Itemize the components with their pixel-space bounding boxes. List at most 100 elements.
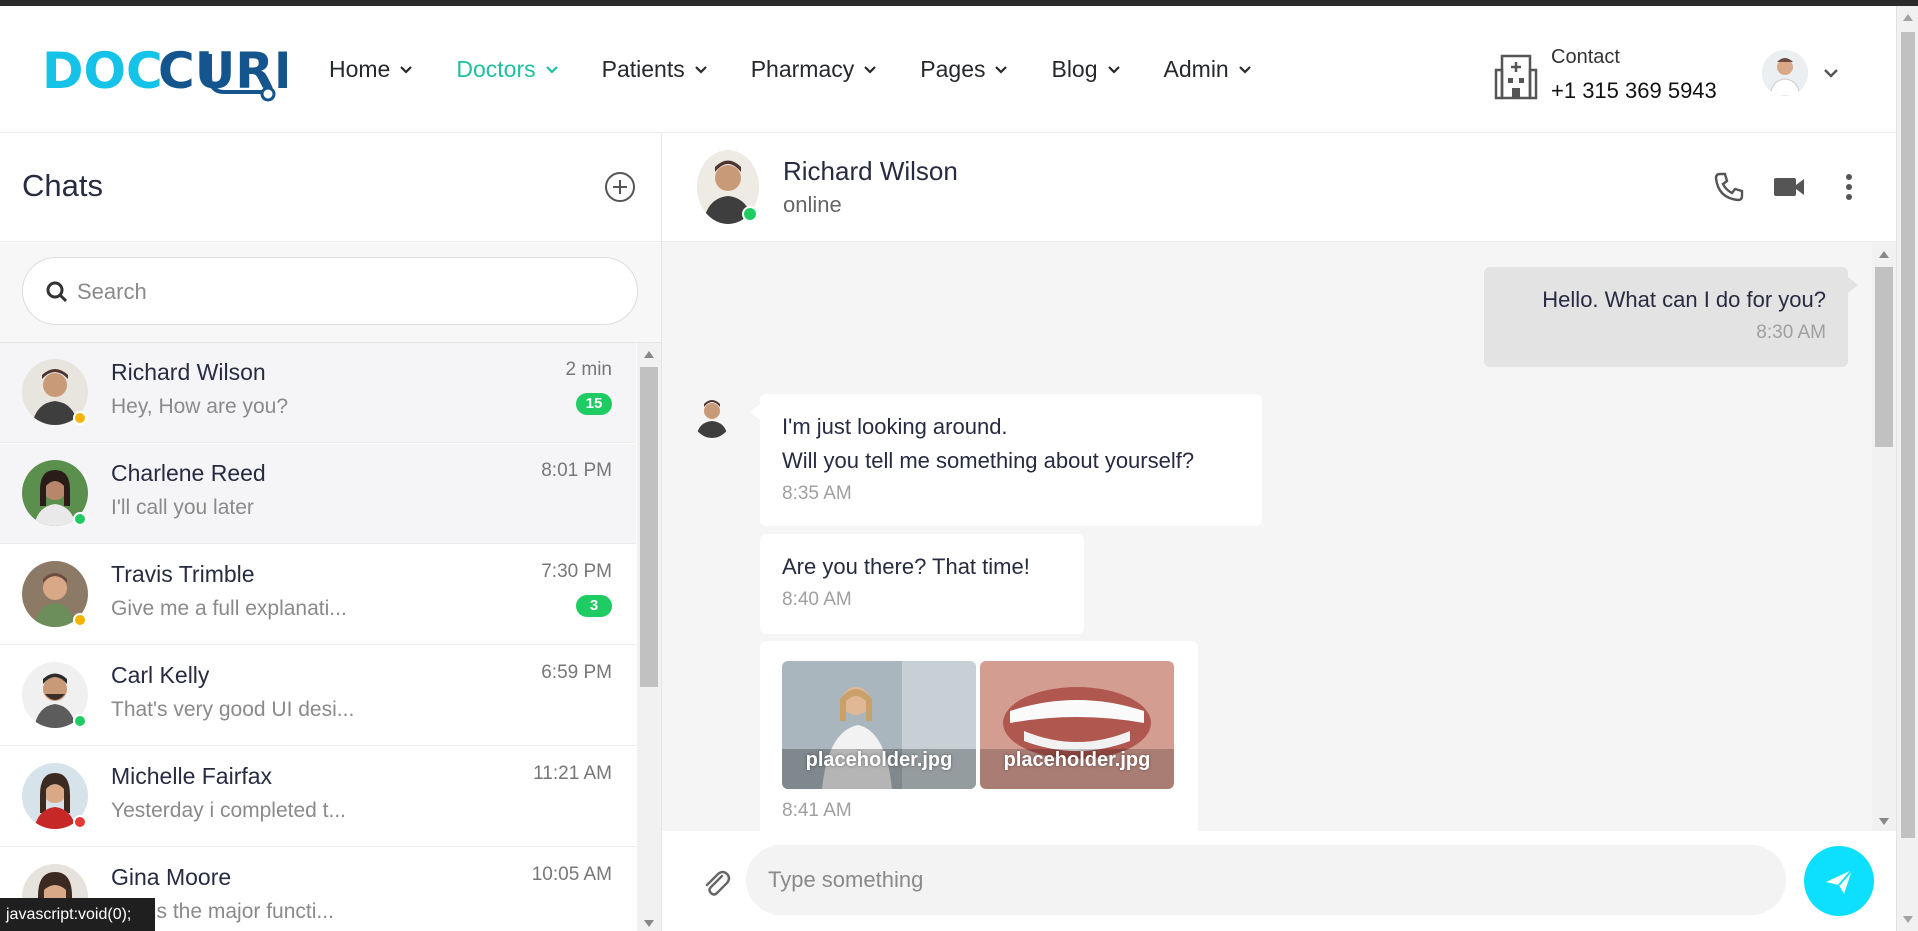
chat-item-carl-kelly[interactable]: Carl Kelly That's very good UI desi... 6… bbox=[0, 646, 636, 746]
chevron-down-icon bbox=[1238, 65, 1251, 74]
message-input-wrapper bbox=[746, 845, 1786, 915]
nav-doctors[interactable]: Doctors bbox=[456, 56, 558, 83]
scroll-up-arrow-icon[interactable] bbox=[644, 351, 654, 358]
chevron-down-icon bbox=[864, 65, 877, 74]
attachment-filename: placeholder.jpg bbox=[1003, 749, 1151, 771]
message-incoming: Are you there? That time! 8:40 AM bbox=[760, 534, 1084, 634]
nav-pharmacy[interactable]: Pharmacy bbox=[751, 56, 878, 83]
attachment-image[interactable]: placeholder.jpg bbox=[782, 661, 976, 789]
scroll-down-arrow-icon[interactable] bbox=[1903, 916, 1913, 923]
unread-badge: 3 bbox=[576, 595, 612, 617]
scroll-down-arrow-icon[interactable] bbox=[644, 920, 654, 927]
chevron-down-icon bbox=[1107, 65, 1120, 74]
unread-badge: 15 bbox=[576, 393, 612, 415]
attachment-filename: placeholder.jpg bbox=[805, 749, 953, 771]
send-icon bbox=[1826, 869, 1853, 894]
attachment-image[interactable]: placeholder.jpg bbox=[980, 661, 1174, 789]
chat-sidebar-header: Chats bbox=[0, 134, 661, 242]
scrollbar-thumb[interactable] bbox=[1901, 32, 1915, 838]
contact-status: online bbox=[783, 192, 842, 217]
message-incoming: I'm just looking around. Will you tell m… bbox=[750, 394, 1262, 526]
chat-preview: Give me a full explanati... bbox=[111, 597, 347, 620]
nav-admin[interactable]: Admin bbox=[1164, 56, 1252, 83]
chat-item-charlene-reed[interactable]: Charlene Reed I'll call you later 8:01 P… bbox=[0, 444, 636, 544]
chevron-down-icon[interactable] bbox=[1822, 66, 1840, 80]
conversation-panel: Richard Wilson online Hello. What can I … bbox=[662, 134, 1896, 931]
chat-preview: That's very good UI desi... bbox=[111, 698, 355, 721]
scroll-down-arrow-icon[interactable] bbox=[1879, 818, 1889, 825]
chat-name: Travis Trimble bbox=[111, 561, 255, 587]
chat-time: 2 min bbox=[565, 359, 612, 380]
chat-name: Michelle Fairfax bbox=[111, 763, 273, 789]
paperclip-icon[interactable] bbox=[700, 867, 732, 899]
chat-time: 7:30 PM bbox=[541, 561, 612, 582]
send-button[interactable] bbox=[1804, 846, 1874, 916]
search-input[interactable] bbox=[77, 272, 617, 312]
message-input[interactable] bbox=[768, 860, 1748, 900]
scroll-up-arrow-icon[interactable] bbox=[1903, 14, 1913, 21]
chat-list-scrollbar[interactable] bbox=[637, 343, 661, 931]
message-outgoing: Hello. What can I do for you? 8:30 AM bbox=[1484, 267, 1858, 367]
hospital-building-icon bbox=[1494, 54, 1538, 100]
status-away-dot bbox=[73, 613, 87, 627]
logo-graphic: DOC CURE bbox=[42, 42, 308, 102]
chat-preview: Yesterday i completed t... bbox=[111, 799, 347, 822]
status-online-dot bbox=[73, 714, 87, 728]
contact-name: Richard Wilson bbox=[783, 156, 958, 186]
main-nav: Home Doctors Patients Pharmacy Pages Blo… bbox=[329, 56, 1295, 83]
chat-preview: I'll call you later bbox=[111, 496, 254, 519]
add-circle-icon[interactable] bbox=[604, 171, 636, 203]
doctor-avatar-image bbox=[1762, 50, 1808, 96]
status-away-dot bbox=[73, 411, 87, 425]
nav-doctors-label: Doctors bbox=[456, 56, 536, 82]
message-time: 8:40 AM bbox=[782, 589, 852, 610]
chat-name: Richard Wilson bbox=[111, 359, 266, 385]
chat-name: Carl Kelly bbox=[111, 662, 210, 688]
chat-name: Gina Moore bbox=[111, 864, 232, 890]
nav-pages[interactable]: Pages bbox=[920, 56, 1008, 83]
status-online-dot bbox=[742, 206, 758, 222]
nav-home[interactable]: Home bbox=[329, 56, 413, 83]
scroll-up-arrow-icon[interactable] bbox=[1879, 251, 1889, 258]
sender-avatar bbox=[692, 394, 732, 438]
message-list: Hello. What can I do for you? 8:30 AM I'… bbox=[662, 243, 1874, 831]
sender-avatar-image bbox=[692, 394, 732, 438]
chat-time: 10:05 AM bbox=[531, 864, 612, 885]
phone-icon[interactable] bbox=[1712, 170, 1746, 204]
message-list-scrollbar[interactable] bbox=[1872, 243, 1896, 831]
scrollbar-thumb[interactable] bbox=[1875, 267, 1893, 447]
message-time: 8:35 AM bbox=[782, 483, 852, 504]
chat-time: 8:01 PM bbox=[541, 460, 612, 481]
page-scrollbar[interactable] bbox=[1896, 6, 1918, 931]
doccure-logo[interactable]: DOC CURE bbox=[42, 36, 308, 108]
chat-list: Richard Wilson Hey, How are you? 2 min 1… bbox=[0, 343, 636, 931]
conversation-header: Richard Wilson online bbox=[662, 134, 1896, 242]
chat-item-travis-trimble[interactable]: Travis Trimble Give me a full explanati.… bbox=[0, 545, 636, 645]
nav-blog-label: Blog bbox=[1051, 56, 1098, 82]
message-text: Are you there? That time! bbox=[782, 554, 1030, 579]
nav-patients[interactable]: Patients bbox=[602, 56, 708, 83]
message-time: 8:41 AM bbox=[782, 800, 852, 821]
nav-admin-label: Admin bbox=[1163, 56, 1229, 82]
chat-item-michelle-fairfax[interactable]: Michelle Fairfax Yesterday i completed t… bbox=[0, 747, 636, 847]
chevron-down-icon bbox=[545, 65, 558, 74]
chats-title: Chats bbox=[22, 168, 103, 203]
nav-patients-label: Patients bbox=[601, 56, 685, 82]
video-call-icon[interactable] bbox=[1772, 170, 1806, 204]
user-avatar[interactable] bbox=[1762, 50, 1808, 96]
attachment-list: placeholder.jpg placeholder.jpg bbox=[782, 661, 1176, 789]
chat-item-richard-wilson[interactable]: Richard Wilson Hey, How are you? 2 min 1… bbox=[0, 343, 636, 443]
chat-time: 11:21 AM bbox=[533, 763, 612, 784]
chevron-down-icon bbox=[400, 65, 413, 74]
message-time: 8:30 AM bbox=[1756, 322, 1826, 343]
status-busy-dot bbox=[73, 815, 87, 829]
nav-pages-label: Pages bbox=[920, 56, 986, 82]
chat-time: 6:59 PM bbox=[541, 662, 612, 683]
chevron-down-icon bbox=[694, 65, 707, 74]
nav-home-label: Home bbox=[329, 56, 391, 82]
more-vertical-icon[interactable] bbox=[1832, 170, 1866, 204]
nav-blog[interactable]: Blog bbox=[1051, 56, 1120, 83]
chat-search bbox=[22, 257, 638, 325]
contact-phone[interactable]: +1 315 369 5943 bbox=[1551, 78, 1717, 104]
scrollbar-thumb[interactable] bbox=[640, 367, 658, 687]
